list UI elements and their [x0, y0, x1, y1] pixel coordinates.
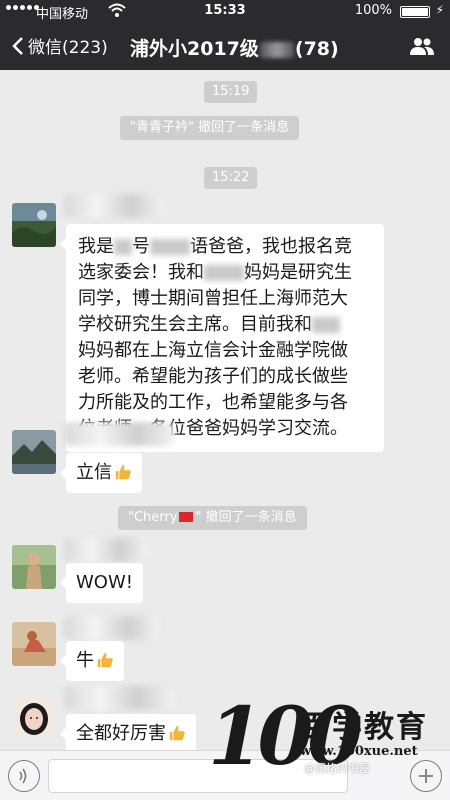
chat-title-prefix: 浦外小2017级	[130, 38, 259, 60]
flag-emoji-icon	[179, 512, 194, 522]
thumbs-up-icon	[115, 464, 131, 480]
avatar[interactable]	[12, 695, 56, 739]
nickname-redacted	[64, 422, 174, 446]
avatar[interactable]	[12, 545, 56, 589]
message-bubble[interactable]: 立信	[60, 453, 142, 493]
avatar[interactable]	[12, 203, 56, 247]
battery-percent: 100%	[354, 3, 392, 18]
msg-text: 同学，博士期间曾担任上海师范大	[78, 288, 348, 309]
msg-text: 立信	[76, 462, 112, 483]
back-button[interactable]: 微信(223)	[12, 33, 108, 58]
input-bar	[0, 750, 450, 800]
message-bubble[interactable]: 我是号 语爸爸，我也报名竞 选家委会！我和 妈妈是研究生 同学，博士期间曾担任上海师…	[60, 224, 384, 452]
recall-text: " 撤回了一条消息	[195, 510, 297, 525]
nickname-redacted	[64, 616, 160, 640]
msg-text: 语爸爸，我也报名竞	[190, 236, 352, 257]
msg-text: 全都好厉害	[76, 723, 166, 744]
voice-icon	[19, 768, 27, 784]
avatar[interactable]	[12, 430, 56, 474]
msg-text: WOW!	[76, 572, 133, 593]
status-bar: 中国移动 15:33 100% ⚡	[0, 0, 450, 22]
redacted-blur	[150, 239, 190, 255]
nickname-redacted	[64, 194, 164, 218]
redacted-blur	[312, 317, 340, 333]
redacted-blur	[204, 265, 244, 281]
msg-text: 学校研究生会主席。目前我和	[78, 314, 312, 335]
chat-title: 浦外小2017级 (78)	[130, 34, 339, 61]
message-bubble[interactable]: WOW!	[60, 563, 143, 603]
recall-notice: "青青子衿" 撤回了一条消息	[120, 116, 300, 140]
chat-area[interactable]: 15:19 "青青子衿" 撤回了一条消息 15:22 我是号 语爸爸，我也报名竞 …	[0, 70, 450, 754]
timestamp: 15:19	[204, 81, 258, 103]
message-input[interactable]	[48, 759, 348, 793]
msg-text: 我是	[78, 236, 114, 257]
recall-text: "Cherry	[128, 510, 178, 525]
nickname-redacted	[64, 538, 148, 562]
msg-text: 选家委会！我和	[78, 262, 204, 283]
back-label: 微信(223)	[28, 38, 108, 58]
msg-text: 号	[132, 236, 150, 257]
msg-text: 牛	[76, 650, 94, 671]
msg-text: 妈妈都在上海立信会计金融学院做	[78, 340, 348, 361]
charging-icon: ⚡	[435, 3, 444, 17]
timestamp: 15:22	[204, 167, 258, 189]
chevron-left-icon	[12, 36, 23, 55]
battery-icon	[400, 6, 430, 18]
plus-icon	[419, 769, 433, 783]
recall-notice: "Cherry " 撤回了一条消息	[118, 506, 307, 530]
msg-text: 妈妈是研究生	[244, 262, 352, 283]
thumbs-up-icon	[97, 652, 113, 668]
message-bubble[interactable]: 牛	[60, 641, 124, 681]
avatar[interactable]	[12, 622, 56, 666]
nickname-redacted	[64, 686, 174, 710]
plus-button[interactable]	[410, 760, 442, 792]
group-info-button[interactable]	[410, 36, 434, 60]
msg-text: 力所能及的工作，也希望能多与各	[78, 392, 348, 413]
chat-title-suffix: (78)	[294, 38, 339, 60]
message-bubble[interactable]: 全都好厉害	[60, 714, 196, 754]
redacted-blur	[259, 41, 294, 58]
msg-text: 老师。希望能为孩子们的成长做些	[78, 366, 348, 387]
nav-bar: 微信(223) 浦外小2017级 (78)	[0, 22, 450, 70]
voice-button[interactable]	[8, 760, 40, 792]
people-icon	[410, 38, 434, 55]
thumbs-up-icon	[169, 725, 185, 741]
redacted-blur	[114, 239, 132, 255]
